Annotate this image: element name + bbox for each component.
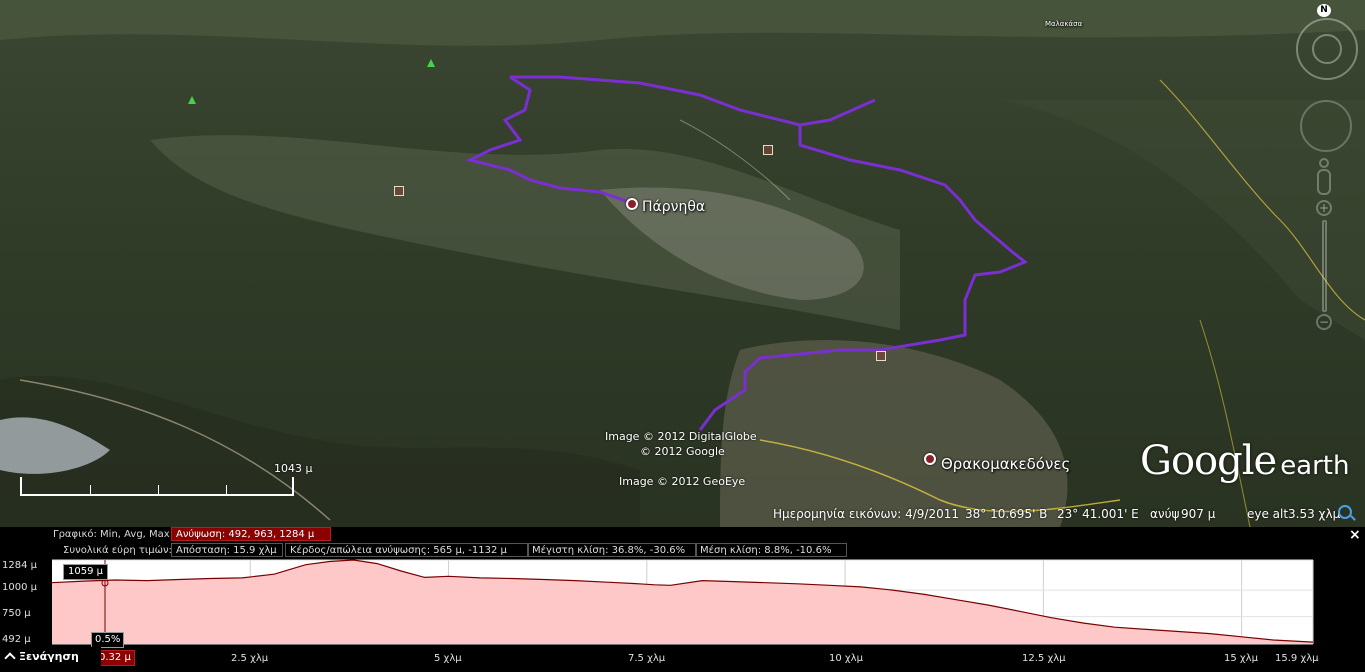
- imagery-credit: Image © 2012 DigitalGlobe: [605, 430, 757, 443]
- chevron-up-icon: [4, 652, 16, 664]
- tree-marker-icon[interactable]: [188, 96, 196, 104]
- eye-alt-label: eye alt: [1247, 507, 1289, 521]
- imagery-credit: Image © 2012 GeoEye: [619, 475, 746, 488]
- google-earth-logo: Google earth: [1140, 438, 1349, 484]
- pegman-icon[interactable]: [1316, 158, 1332, 198]
- poi-marker-icon[interactable]: [763, 145, 773, 155]
- totals-label: Συνολικά εύρη τιμών:: [63, 545, 172, 556]
- elevation-profile-chart[interactable]: [0, 557, 1365, 652]
- y-tick-label: 1000 μ: [2, 582, 37, 593]
- scale-bar: [20, 477, 294, 496]
- place-label-top-village[interactable]: Μαλακάσα: [1045, 20, 1082, 28]
- imagery-date: Ημερομηνία εικόνων: 4/9/2011: [773, 507, 959, 521]
- elevation-profile-panel: Γραφικό: Min, Avg, Max Ανύψωση: 492, 963…: [0, 527, 1365, 672]
- logo-google: Google: [1140, 438, 1277, 484]
- map-view[interactable]: Πάρνηθα Θρακομακεδόνες Μαλακάσα Image © …: [0, 0, 1365, 527]
- scale-label: 1043 μ: [274, 462, 313, 475]
- tour-button[interactable]: Ξενάγηση: [0, 647, 101, 667]
- distance-stat-box[interactable]: Απόσταση: 15.9 χλμ: [171, 543, 283, 557]
- graph-label: Γραφικό: Min, Avg, Max: [53, 529, 170, 540]
- elevation-stat-box[interactable]: Ανύψωση: 492, 963, 1284 μ: [171, 527, 331, 541]
- tree-marker-icon[interactable]: [427, 59, 435, 67]
- maxslope-stat-box[interactable]: Μέγιστη κλίση: 36.8%, -30.6%: [527, 543, 697, 557]
- longitude: 23° 41.001' Ε: [1057, 507, 1139, 521]
- logo-earth: earth: [1280, 451, 1350, 481]
- elevation-label: ανύψ: [1150, 507, 1180, 521]
- north-indicator[interactable]: N: [1317, 4, 1331, 17]
- cursor-elevation-label: 1059 μ: [63, 564, 108, 580]
- zoom-slider[interactable]: [1322, 220, 1327, 312]
- poi-marker-icon[interactable]: [876, 351, 886, 361]
- navigation-controls[interactable]: N + −: [1296, 4, 1360, 338]
- y-tick-label: 492 μ: [2, 634, 31, 645]
- avgslope-stat-box[interactable]: Μέση κλίση: 8.8%, -10.6%: [695, 543, 847, 557]
- imagery-credit: © 2012 Google: [640, 445, 725, 458]
- y-tick-label: 750 μ: [2, 608, 31, 619]
- poi-marker-icon[interactable]: [394, 186, 404, 196]
- look-icon[interactable]: [1300, 100, 1352, 152]
- zoom-minus-icon[interactable]: −: [1316, 314, 1332, 330]
- x-tick-label: 5 χλμ: [434, 653, 462, 664]
- latitude: 38° 10.695' Β: [965, 507, 1048, 521]
- x-tick-label: 7.5 χλμ: [628, 653, 666, 664]
- placemark-pin-icon[interactable]: [924, 453, 936, 465]
- x-tick-label: 15 χλμ: [1224, 653, 1258, 664]
- status-bar: Ημερομηνία εικόνων: 4/9/2011 38° 10.695'…: [760, 504, 1365, 526]
- gainloss-stat-box[interactable]: Κέρδος/απώλεια ανύψωσης: 565 μ, -1132 μ: [285, 543, 529, 557]
- placemark-pin-icon[interactable]: [626, 198, 638, 210]
- eye-alt-value: 3.53 χλμ: [1288, 507, 1341, 521]
- compass-center[interactable]: [1312, 34, 1342, 64]
- x-tick-label: 2.5 χλμ: [231, 653, 269, 664]
- search-icon[interactable]: [1338, 505, 1352, 519]
- x-tick-label: 15.9 χλμ: [1275, 653, 1319, 664]
- cursor-grade-label: 0.5%: [91, 632, 125, 648]
- place-label-thrakomakedones[interactable]: Θρακομακεδόνες: [941, 455, 1070, 473]
- place-label-parnitha[interactable]: Πάρνηθα: [642, 199, 705, 215]
- elevation-value: 907 μ: [1181, 507, 1216, 521]
- close-icon[interactable]: ×: [1349, 527, 1361, 543]
- tour-label: Ξενάγηση: [19, 650, 79, 663]
- x-tick-label: 12.5 χλμ: [1022, 653, 1066, 664]
- x-tick-label: 10 χλμ: [829, 653, 863, 664]
- zoom-plus-icon[interactable]: +: [1316, 200, 1332, 216]
- y-tick-label: 1284 μ: [2, 560, 37, 571]
